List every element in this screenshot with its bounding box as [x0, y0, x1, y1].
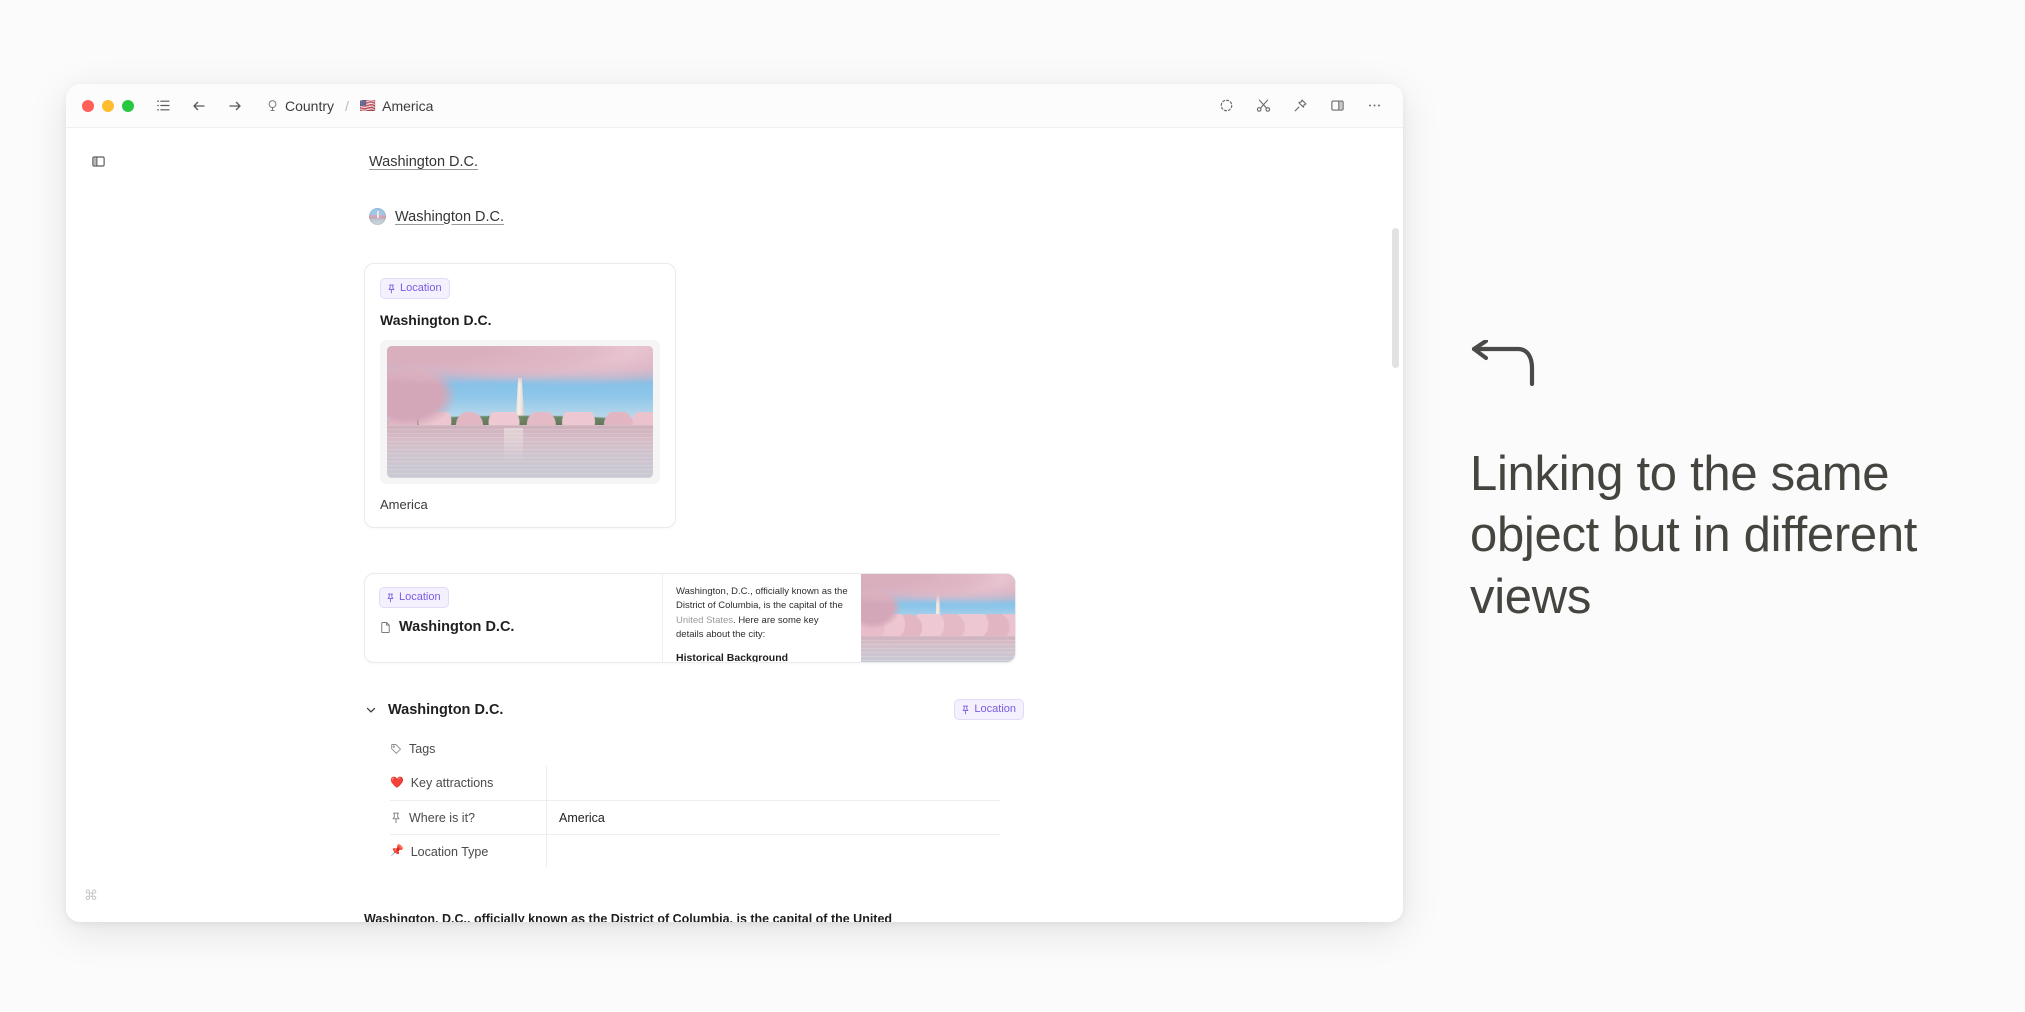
minimize-window-button[interactable]: [102, 100, 114, 112]
maximize-window-button[interactable]: [122, 100, 134, 112]
property-value[interactable]: [546, 835, 1000, 868]
breadcrumb-separator: /: [344, 98, 350, 114]
property-key: Tags: [390, 734, 546, 764]
forward-button[interactable]: [224, 95, 246, 117]
preview-card-photo: [861, 574, 1015, 662]
toggle-section: Washington D.C. Location: [364, 699, 1024, 868]
document-icon: [379, 621, 392, 634]
annotation: Linking to the same object but in differ…: [1470, 340, 1940, 628]
toggle-section-header[interactable]: Washington D.C. Location: [364, 699, 1024, 720]
preview-card-left: Location Washington D.C.: [365, 574, 663, 662]
preview-card-title-row: Washington D.C.: [379, 619, 648, 635]
property-value[interactable]: [546, 766, 1000, 800]
app-body: ⌘ Washington D.C. Washington D.C. Locati…: [66, 128, 1403, 922]
pin-icon: [386, 593, 395, 603]
annotation-text: Linking to the same object but in differ…: [1470, 444, 1940, 628]
curved-arrow-left-icon: [1470, 340, 1542, 398]
breadcrumb-label-country: Country: [285, 98, 334, 114]
preview-card-excerpt: Washington, D.C., officially known as th…: [663, 574, 861, 662]
table-row[interactable]: Tags: [390, 732, 1000, 766]
inline-page-link-row[interactable]: Washington D.C.: [369, 208, 1324, 225]
pin-icon: [387, 284, 396, 294]
scissors-icon[interactable]: [1252, 95, 1274, 117]
status-badge-location[interactable]: Location: [954, 699, 1024, 720]
scrollbar-track[interactable]: [1392, 178, 1399, 914]
flag-us-icon: 🇺🇸: [360, 99, 376, 112]
status-badge-location[interactable]: Location: [379, 587, 449, 608]
app-window: Country / 🇺🇸 America: [66, 84, 1403, 922]
traffic-lights: [82, 100, 134, 112]
breadcrumb-item-america[interactable]: 🇺🇸 America: [357, 96, 437, 116]
heart-icon: ❤️: [390, 778, 404, 789]
globe-pin-icon: [265, 99, 279, 113]
preview-paragraph-link[interactable]: United States: [676, 615, 733, 626]
preview-paragraph-part1: Washington, D.C., officially known as th…: [676, 586, 848, 611]
list-icon[interactable]: [152, 95, 174, 117]
table-row[interactable]: Where is it? America: [390, 800, 1000, 834]
property-key-label: Where is it?: [409, 811, 475, 825]
preview-heading: Historical Background: [676, 652, 848, 662]
document-content: Washington D.C. Washington D.C. Location…: [304, 128, 1324, 922]
navigation-controls: [152, 95, 246, 117]
panel-icon[interactable]: [1326, 95, 1348, 117]
table-row[interactable]: 📌 Location Type: [390, 834, 1000, 868]
gallery-card-image-frame: [380, 340, 660, 484]
property-value[interactable]: [546, 732, 1000, 766]
chevron-down-icon[interactable]: [364, 703, 378, 717]
washington-monument-photo: [387, 346, 653, 478]
breadcrumb: Country / 🇺🇸 America: [262, 96, 436, 116]
property-key-label: Key attractions: [411, 776, 494, 790]
property-key-label: Tags: [409, 742, 435, 756]
preview-card-title: Washington D.C.: [399, 619, 514, 635]
ellipsis-icon[interactable]: [1363, 95, 1385, 117]
close-window-button[interactable]: [82, 100, 94, 112]
property-key: Where is it?: [390, 803, 546, 833]
status-badge-label: Location: [399, 592, 441, 603]
breadcrumb-label-america: America: [382, 98, 433, 114]
titlebar: Country / 🇺🇸 America: [66, 84, 1403, 128]
property-key: 📌 Location Type: [390, 837, 546, 867]
pin-icon: [390, 812, 402, 824]
body-paragraph-truncated: Washington, D.C., officially known as th…: [364, 912, 1004, 922]
status-badge-label: Location: [400, 283, 442, 294]
table-row[interactable]: ❤️ Key attractions: [390, 766, 1000, 800]
gallery-card-subtitle: America: [380, 497, 660, 512]
gallery-card[interactable]: Location Washington D.C. Ame: [364, 263, 676, 528]
back-button[interactable]: [188, 95, 210, 117]
preview-card[interactable]: Location Washington D.C. Washington,: [364, 573, 1016, 663]
gallery-card-title: Washington D.C.: [380, 312, 660, 328]
pin-icon: [961, 705, 970, 715]
status-badge-label: Location: [974, 704, 1016, 715]
preview-paragraph: Washington, D.C., officially known as th…: [676, 585, 848, 643]
titlebar-actions: [1215, 95, 1385, 117]
dashed-circle-icon[interactable]: [1215, 95, 1237, 117]
property-value[interactable]: America: [546, 801, 1000, 834]
sidebar-toggle-icon[interactable]: [85, 148, 111, 174]
command-key-hint: ⌘: [84, 888, 98, 902]
pushpin-icon: 📌: [390, 846, 404, 857]
page-title-link[interactable]: Washington D.C.: [369, 154, 478, 170]
pin-icon[interactable]: [1289, 95, 1311, 117]
page-thumbnail-icon: [369, 208, 386, 225]
inline-page-link-label[interactable]: Washington D.C.: [395, 209, 504, 225]
property-key: ❤️ Key attractions: [390, 768, 546, 798]
property-table: Tags ❤️ Key attractions: [390, 732, 1000, 868]
tag-icon: [390, 743, 402, 755]
breadcrumb-item-country[interactable]: Country: [262, 96, 337, 116]
status-badge-location[interactable]: Location: [380, 278, 450, 299]
toggle-section-title: Washington D.C.: [388, 702, 503, 718]
scrollbar-thumb[interactable]: [1392, 228, 1399, 368]
property-key-label: Location Type: [411, 845, 489, 859]
